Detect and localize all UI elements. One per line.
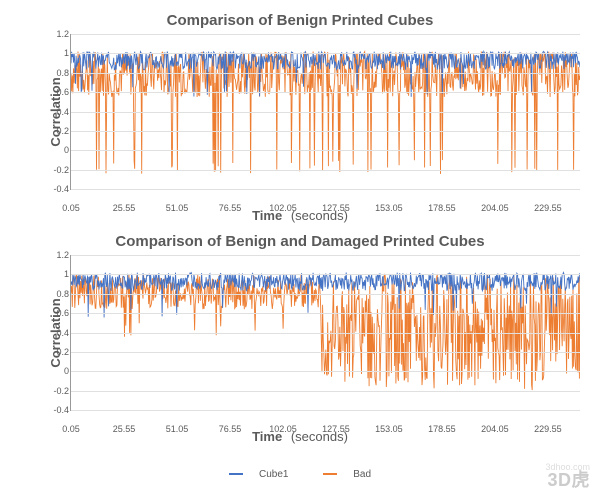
legend-swatch-cube1	[229, 473, 243, 475]
plot-area-top: Correlation -0.4-0.200.20.40.60.811.2 0.…	[70, 34, 580, 190]
y-tick: 0.4	[56, 107, 69, 117]
chart-title: Comparison of Benign Printed Cubes	[10, 12, 590, 29]
legend: Cube1 Bad	[10, 469, 590, 480]
y-tick: 1	[64, 48, 69, 58]
x-tick: 204.05	[481, 424, 509, 434]
watermark-brand: 3D虎	[547, 466, 590, 492]
x-tick: 25.55	[113, 424, 136, 434]
x-tick: 76.55	[219, 203, 242, 213]
x-tick: 102.05	[269, 203, 297, 213]
x-tick: 153.05	[375, 203, 403, 213]
series-cube1	[71, 51, 580, 97]
x-tick: 25.55	[113, 203, 136, 213]
x-tick: 178.55	[428, 203, 456, 213]
x-tick: 0.05	[62, 203, 80, 213]
x-tick: 153.05	[375, 424, 403, 434]
y-ticks-top: -0.4-0.200.20.40.60.811.2	[41, 34, 69, 189]
y-tick: -0.4	[53, 405, 69, 415]
x-tick: 127.55	[322, 424, 350, 434]
legend-item-cube1: Cube1	[221, 469, 296, 480]
x-tick: 229.55	[534, 203, 562, 213]
y-tick: -0.4	[53, 184, 69, 194]
y-tick: 1.2	[56, 29, 69, 39]
x-tick: 76.55	[219, 424, 242, 434]
legend-label: Bad	[353, 469, 371, 480]
series-cube1	[71, 273, 580, 318]
x-tick: 127.55	[322, 203, 350, 213]
plot-area-bottom: Correlation -0.4-0.200.20.40.60.811.2 0.…	[70, 255, 580, 411]
y-tick: 0.6	[56, 87, 69, 97]
x-tick: 204.05	[481, 203, 509, 213]
y-tick: -0.2	[53, 386, 69, 396]
x-tick: 51.05	[166, 203, 189, 213]
y-tick: 0.8	[56, 289, 69, 299]
x-tick: 0.05	[62, 424, 80, 434]
y-tick: 0	[64, 145, 69, 155]
chart-top: Comparison of Benign Printed Cubes Corre…	[10, 12, 590, 223]
y-tick: 1	[64, 269, 69, 279]
y-tick: 0.2	[56, 126, 69, 136]
legend-swatch-bad	[323, 473, 337, 475]
legend-label: Cube1	[259, 469, 288, 480]
x-tick: 102.05	[269, 424, 297, 434]
legend-item-bad: Bad	[315, 469, 379, 480]
chart-title: Comparison of Benign and Damaged Printed…	[10, 233, 590, 250]
y-ticks-bottom: -0.4-0.200.20.40.60.811.2	[41, 255, 69, 410]
y-tick: 0.4	[56, 328, 69, 338]
series-bad	[71, 52, 580, 175]
chart-bottom: Comparison of Benign and Damaged Printed…	[10, 233, 590, 480]
x-tick: 51.05	[166, 424, 189, 434]
x-tick: 229.55	[534, 424, 562, 434]
y-tick: -0.2	[53, 165, 69, 175]
y-tick: 0	[64, 366, 69, 376]
y-tick: 1.2	[56, 250, 69, 260]
x-tick: 178.55	[428, 424, 456, 434]
y-tick: 0.2	[56, 347, 69, 357]
y-tick: 0.8	[56, 68, 69, 78]
y-tick: 0.6	[56, 308, 69, 318]
